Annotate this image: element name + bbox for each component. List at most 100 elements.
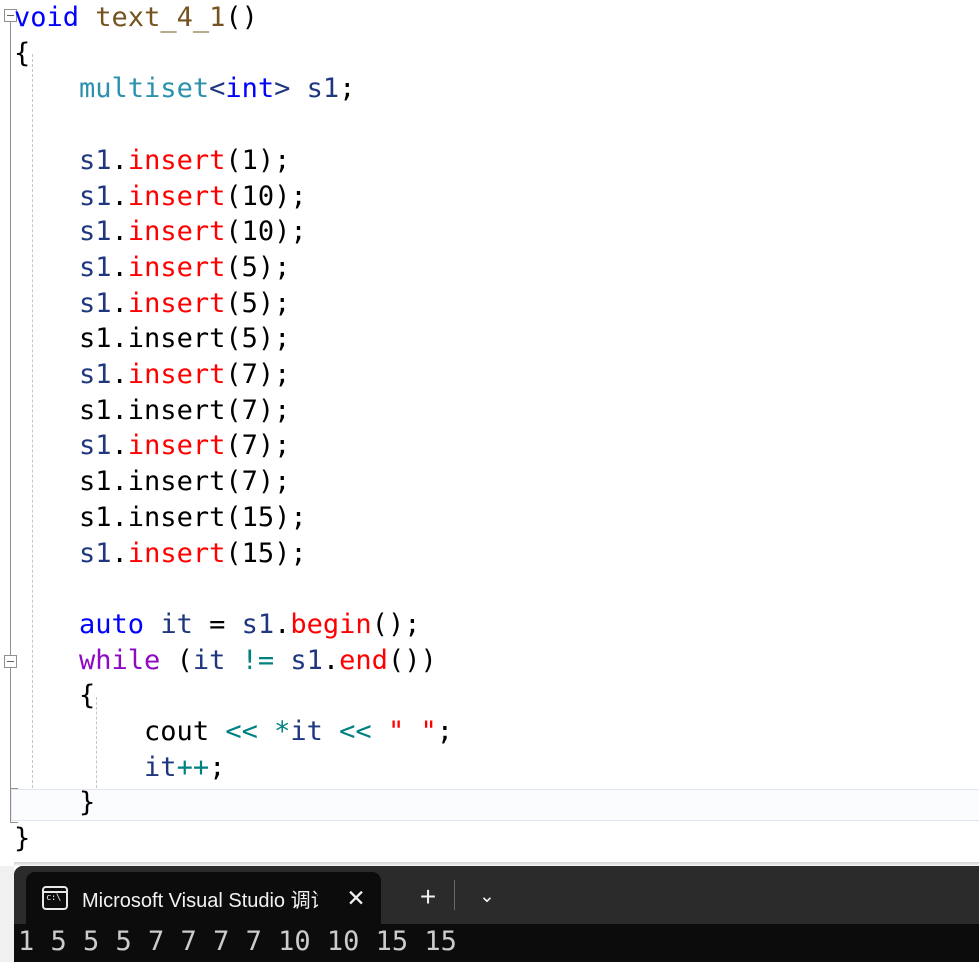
code-token: . xyxy=(111,287,128,319)
code-token: . xyxy=(111,359,128,390)
code-token: (10); xyxy=(225,216,307,248)
code-token: . xyxy=(322,644,340,676)
code-token: int xyxy=(225,73,275,105)
code-line: void text_4_1() xyxy=(14,0,258,36)
code-token: } xyxy=(14,823,31,855)
code-line: auto it = s1.begin(); xyxy=(14,607,420,643)
code-line: while (it != s1.end()) xyxy=(14,643,437,679)
code-token: * xyxy=(274,716,291,747)
code-token: . xyxy=(111,537,128,569)
new-tab-icon[interactable]: + xyxy=(413,883,443,913)
code-token: begin xyxy=(290,608,372,640)
console-icon-glyph: c:\ xyxy=(46,893,61,903)
terminal-tab-active[interactable]: c:\ Microsoft Visual Studio 调试控 ✕ xyxy=(26,872,381,924)
code-token: multiset xyxy=(79,73,210,105)
code-line: s1.insert(7); xyxy=(14,428,290,464)
code-token: text_4_1 xyxy=(95,2,226,33)
code-line: } xyxy=(14,821,30,857)
code-token: insert xyxy=(127,537,226,569)
code-token: ; xyxy=(436,716,453,747)
code-token: (1); xyxy=(225,144,291,176)
code-line: s1.insert(15); xyxy=(14,536,307,572)
code-line: s1.insert(5); xyxy=(14,286,290,322)
code-token: auto xyxy=(79,608,145,640)
code-token: s1 xyxy=(306,73,340,105)
code-token: s1.insert(5); xyxy=(79,323,291,355)
code-token: . xyxy=(111,430,128,462)
code-token: ++ xyxy=(176,751,210,783)
code-token: << xyxy=(339,716,372,747)
code-token: (7); xyxy=(225,359,291,390)
code-line: s1.insert(7); xyxy=(14,393,290,429)
code-token: s1.insert(15); xyxy=(79,501,307,533)
code-line: s1.insert(7); xyxy=(14,464,290,500)
code-editor-surface[interactable]: void text_4_1() { multiset<int> s1; s1.i… xyxy=(0,0,979,866)
code-token: << xyxy=(225,716,258,747)
code-token: . xyxy=(111,180,128,212)
code-token: . xyxy=(111,251,128,283)
toolbar-divider xyxy=(454,880,455,910)
code-token: insert xyxy=(127,287,226,319)
code-line: s1.insert(5); xyxy=(14,321,290,357)
code-token: s1 xyxy=(79,359,112,390)
code-token: it xyxy=(144,751,177,783)
code-line: { xyxy=(14,678,95,714)
page-left-edge xyxy=(0,866,14,962)
integrated-terminal-window[interactable]: c:\ Microsoft Visual Studio 调试控 ✕ + ⌄ 1 … xyxy=(14,866,979,962)
code-token: it xyxy=(290,716,323,747)
code-token: = xyxy=(192,608,242,640)
terminal-tab-title: Microsoft Visual Studio 调试控 xyxy=(82,889,318,912)
code-token: (15); xyxy=(225,537,307,569)
terminal-titlebar[interactable]: c:\ Microsoft Visual Studio 调试控 ✕ + ⌄ xyxy=(14,866,979,924)
code-token: s1 xyxy=(79,216,112,248)
close-icon[interactable]: ✕ xyxy=(343,885,369,911)
code-line: cout << *it << " "; xyxy=(14,714,453,750)
code-token: s1 xyxy=(241,608,275,640)
code-line: multiset<int> s1; xyxy=(14,71,355,107)
chevron-down-icon[interactable]: ⌄ xyxy=(472,884,502,910)
code-token: { xyxy=(79,680,96,712)
code-token: (); xyxy=(371,608,421,640)
console-icon: c:\ xyxy=(42,886,68,910)
code-line: s1.insert(7); xyxy=(14,357,290,393)
code-line: } xyxy=(14,785,95,821)
code-token: insert xyxy=(127,216,226,248)
code-token: it xyxy=(160,608,193,640)
code-token: insert xyxy=(127,251,226,283)
code-token: ()) xyxy=(387,644,437,676)
code-token: > xyxy=(274,73,291,105)
code-line: it++; xyxy=(14,750,225,786)
code-token: (5); xyxy=(225,287,291,319)
code-token: ( xyxy=(160,644,193,676)
code-token: ; xyxy=(209,751,226,783)
code-token: s1 xyxy=(79,537,112,569)
terminal-output-area[interactable]: 1 5 5 5 7 7 7 7 10 10 15 15 CSDN @随风飘扬@ xyxy=(14,924,979,962)
code-token: } xyxy=(79,787,96,819)
code-token: ; xyxy=(339,73,356,105)
code-token: != xyxy=(241,644,275,676)
code-line: s1.insert(10); xyxy=(14,214,307,250)
code-token: (7); xyxy=(225,430,291,462)
code-token: s1 xyxy=(79,180,112,212)
code-token: it xyxy=(192,644,226,676)
code-text[interactable]: void text_4_1() { multiset<int> s1; s1.i… xyxy=(0,0,979,866)
